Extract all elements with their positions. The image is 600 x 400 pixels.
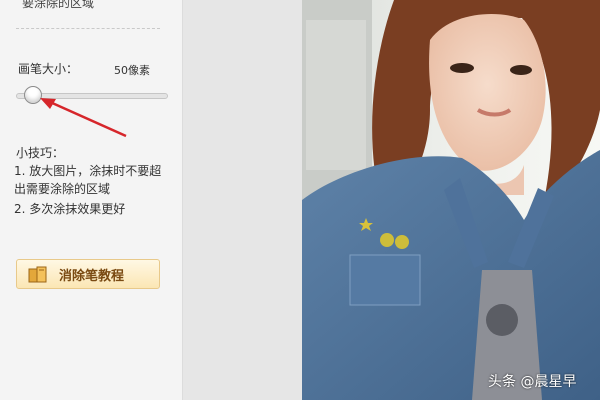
- book-icon: [28, 266, 47, 283]
- red-arrow-annotation: [40, 98, 127, 138]
- tip-item: 2. 多次涂抹效果更好: [14, 202, 126, 216]
- brush-size-label: 画笔大小：: [18, 62, 79, 76]
- tip-item: 1. 放大图片，涂抹时不要超出需要涂除的区域: [14, 164, 162, 196]
- portrait-photo: [302, 0, 600, 400]
- tool-sidebar: 要涂除的区域 画笔大小： 50像素 小技巧： 1. 放大图片，涂抹时不要超出需要…: [0, 0, 183, 400]
- tutorial-button-label: 消除笔教程: [59, 269, 125, 284]
- divider: [16, 28, 160, 29]
- watermark: 头条 @晨星早: [488, 374, 577, 390]
- instruction-fragment: 要涂除的区域: [22, 0, 95, 10]
- photo-canvas[interactable]: [302, 0, 600, 400]
- tips-title: 小技巧：: [16, 146, 65, 160]
- brush-size-value: 50像素: [114, 64, 150, 77]
- canvas-margin: [183, 0, 302, 400]
- eraser-tutorial-button[interactable]: 消除笔教程: [16, 259, 160, 289]
